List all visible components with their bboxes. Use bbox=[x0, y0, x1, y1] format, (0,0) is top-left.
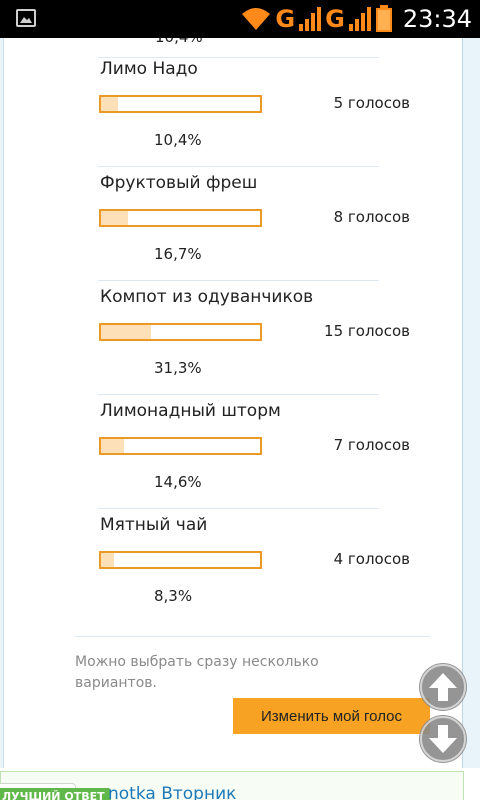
answer-author-link[interactable]: notka Вторник bbox=[108, 784, 236, 800]
divider bbox=[98, 280, 379, 281]
scroll-up-button[interactable] bbox=[419, 663, 467, 711]
clock: 23:34 bbox=[402, 5, 472, 33]
previous-option-percent: 10,4% bbox=[155, 38, 203, 46]
network-type-2: G bbox=[325, 5, 345, 33]
poll-option-votes: 15 голосов bbox=[324, 322, 410, 340]
poll-option-progress-bar bbox=[99, 551, 262, 569]
divider bbox=[98, 166, 379, 167]
poll-option: Компот из одуванчиков 15 голосов 31,3% bbox=[98, 287, 410, 401]
change-vote-button[interactable]: Изменить мой голос bbox=[233, 698, 430, 734]
poll-option-progress-bar bbox=[99, 323, 262, 341]
poll-option-percent: 10,4% bbox=[154, 131, 202, 149]
divider bbox=[98, 57, 379, 58]
frame-right bbox=[462, 38, 480, 768]
poll-hint: Можно выбрать сразу несколько вариантов. bbox=[75, 654, 319, 691]
frame-left bbox=[0, 38, 4, 768]
status-indicators: G G 23:34 bbox=[241, 4, 472, 34]
poll-option-progress-fill bbox=[101, 439, 125, 453]
poll-option-progress-fill bbox=[101, 211, 128, 225]
status-bar: G G 23:34 bbox=[0, 0, 480, 38]
divider bbox=[75, 636, 430, 637]
poll-option-votes: 4 голосов bbox=[333, 550, 410, 568]
poll-option-percent: 16,7% bbox=[154, 245, 202, 263]
poll-option-votes: 5 голосов bbox=[333, 94, 410, 112]
scroll-down-button[interactable] bbox=[419, 715, 467, 763]
poll-option: Фруктовый фреш 8 голосов 16,7% bbox=[98, 173, 410, 287]
divider bbox=[98, 394, 379, 395]
wifi-icon bbox=[242, 8, 271, 30]
poll-option-progress-fill bbox=[101, 553, 115, 567]
arrow-up-icon bbox=[420, 664, 466, 710]
poll-option-progress-fill bbox=[101, 97, 118, 111]
poll-option-percent: 8,3% bbox=[154, 587, 193, 605]
poll-option-title: Мятный чай bbox=[100, 515, 208, 535]
poll-option-progress-bar bbox=[99, 437, 262, 455]
poll-option-percent: 31,3% bbox=[154, 359, 202, 377]
battery-icon bbox=[375, 5, 392, 32]
poll-option-votes: 7 голосов bbox=[333, 436, 410, 454]
poll-option-title: Лимонадный шторм bbox=[100, 401, 281, 421]
network-type-1: G bbox=[275, 5, 296, 33]
poll-option-title: Компот из одуванчиков bbox=[100, 287, 314, 307]
poll-option-progress-bar bbox=[99, 95, 262, 113]
poll-option: Лимонадный шторм 7 голосов 14,6% bbox=[98, 401, 410, 515]
signal-icon bbox=[348, 7, 371, 31]
divider bbox=[98, 508, 379, 509]
poll-option: Мятный чай 4 голосов 8,3% bbox=[98, 515, 410, 629]
poll-option-progress-fill bbox=[101, 325, 151, 339]
poll-page: 10,4% Лимо Надо 5 голосов 10,4% Фруктовый ф… bbox=[0, 38, 480, 800]
arrow-down-icon bbox=[420, 716, 466, 762]
signal-icon bbox=[299, 7, 322, 31]
poll-option-progress-bar bbox=[99, 209, 262, 227]
poll-option-title: Лимо Надо bbox=[100, 59, 198, 79]
poll-option-title: Фруктовый фреш bbox=[100, 173, 258, 193]
poll-option: Лимо Надо 5 голосов 10,4% bbox=[98, 59, 410, 173]
image-icon bbox=[16, 9, 36, 27]
poll-option-votes: 8 голосов bbox=[333, 208, 410, 226]
best-answer-badge: ЛУЧШИЙ ОТВЕТ bbox=[0, 788, 111, 800]
poll-option-percent: 14,6% bbox=[154, 473, 202, 491]
